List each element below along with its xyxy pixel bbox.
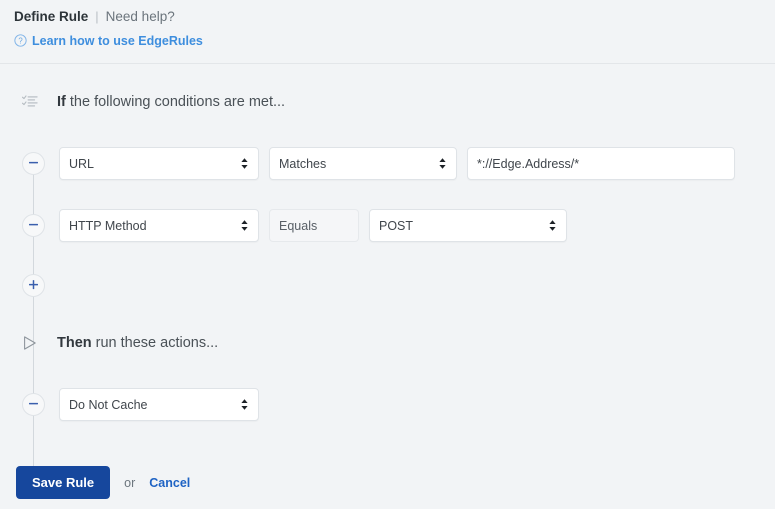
actions-label-rest: run these actions... bbox=[91, 335, 219, 351]
help-link-row[interactable]: ? Learn how to use EdgeRules bbox=[14, 34, 775, 48]
condition-value-input[interactable]: *://Edge.Address/* bbox=[467, 147, 735, 180]
form-footer: Save Rule or Cancel bbox=[0, 466, 775, 499]
need-help-label: Need help? bbox=[105, 9, 175, 24]
header-title-row: Define Rule | Need help? bbox=[14, 10, 775, 24]
minus-icon bbox=[28, 397, 39, 412]
conditions-section-label: If the following conditions are met... bbox=[57, 94, 285, 110]
title-separator: | bbox=[95, 9, 99, 24]
remove-condition-button[interactable] bbox=[22, 214, 45, 237]
action-value: Do Not Cache bbox=[69, 397, 148, 412]
minus-icon bbox=[28, 218, 39, 233]
chevron-updown-icon bbox=[240, 157, 249, 170]
add-condition-row bbox=[0, 274, 775, 297]
condition-value-text: *://Edge.Address/* bbox=[477, 156, 580, 171]
chevron-updown-icon bbox=[240, 219, 249, 232]
actions-label-bold: Then bbox=[57, 335, 92, 351]
help-link-label[interactable]: Learn how to use EdgeRules bbox=[32, 34, 203, 48]
add-condition-button[interactable] bbox=[22, 274, 45, 297]
condition-subject-select[interactable]: URL bbox=[59, 147, 259, 180]
play-triangle-icon bbox=[22, 335, 38, 351]
action-select[interactable]: Do Not Cache bbox=[59, 388, 259, 421]
action-row: Do Not Cache bbox=[0, 388, 775, 421]
minus-icon bbox=[28, 156, 39, 171]
conditions-section-header: If the following conditions are met... bbox=[0, 86, 775, 118]
condition-value-select[interactable]: POST bbox=[369, 209, 567, 242]
plus-icon bbox=[28, 278, 39, 293]
cancel-button[interactable]: Cancel bbox=[149, 476, 190, 490]
svg-text:?: ? bbox=[18, 37, 23, 46]
conditions-label-rest: the following conditions are met... bbox=[65, 94, 286, 110]
condition-row: URL Matches *://Edge.Address/* bbox=[0, 147, 775, 180]
condition-row: HTTP Method Equals POST bbox=[0, 209, 775, 242]
checklist-icon bbox=[21, 94, 38, 110]
conditions-label-bold: If bbox=[57, 94, 66, 110]
condition-subject-value: URL bbox=[69, 156, 95, 171]
question-circle-icon: ? bbox=[14, 34, 27, 47]
remove-action-button[interactable] bbox=[22, 393, 45, 416]
page-title: Define Rule bbox=[14, 9, 89, 24]
chevron-updown-icon bbox=[548, 219, 557, 232]
page-header: Define Rule | Need help? ? Learn how to … bbox=[0, 0, 775, 64]
condition-operator-readonly: Equals bbox=[269, 209, 359, 242]
actions-section-label: Then run these actions... bbox=[57, 335, 218, 351]
rule-builder: If the following conditions are met... U… bbox=[0, 64, 775, 490]
or-label: or bbox=[124, 475, 136, 490]
condition-subject-value: HTTP Method bbox=[69, 218, 147, 233]
chevron-updown-icon bbox=[438, 157, 447, 170]
condition-value-text: POST bbox=[379, 218, 414, 233]
chevron-updown-icon bbox=[240, 398, 249, 411]
condition-subject-select[interactable]: HTTP Method bbox=[59, 209, 259, 242]
condition-operator-value: Matches bbox=[279, 156, 327, 171]
condition-operator-select[interactable]: Matches bbox=[269, 147, 457, 180]
save-rule-button[interactable]: Save Rule bbox=[16, 466, 111, 499]
remove-condition-button[interactable] bbox=[22, 152, 45, 175]
actions-section-header: Then run these actions... bbox=[0, 327, 775, 359]
condition-operator-value: Equals bbox=[279, 218, 318, 233]
